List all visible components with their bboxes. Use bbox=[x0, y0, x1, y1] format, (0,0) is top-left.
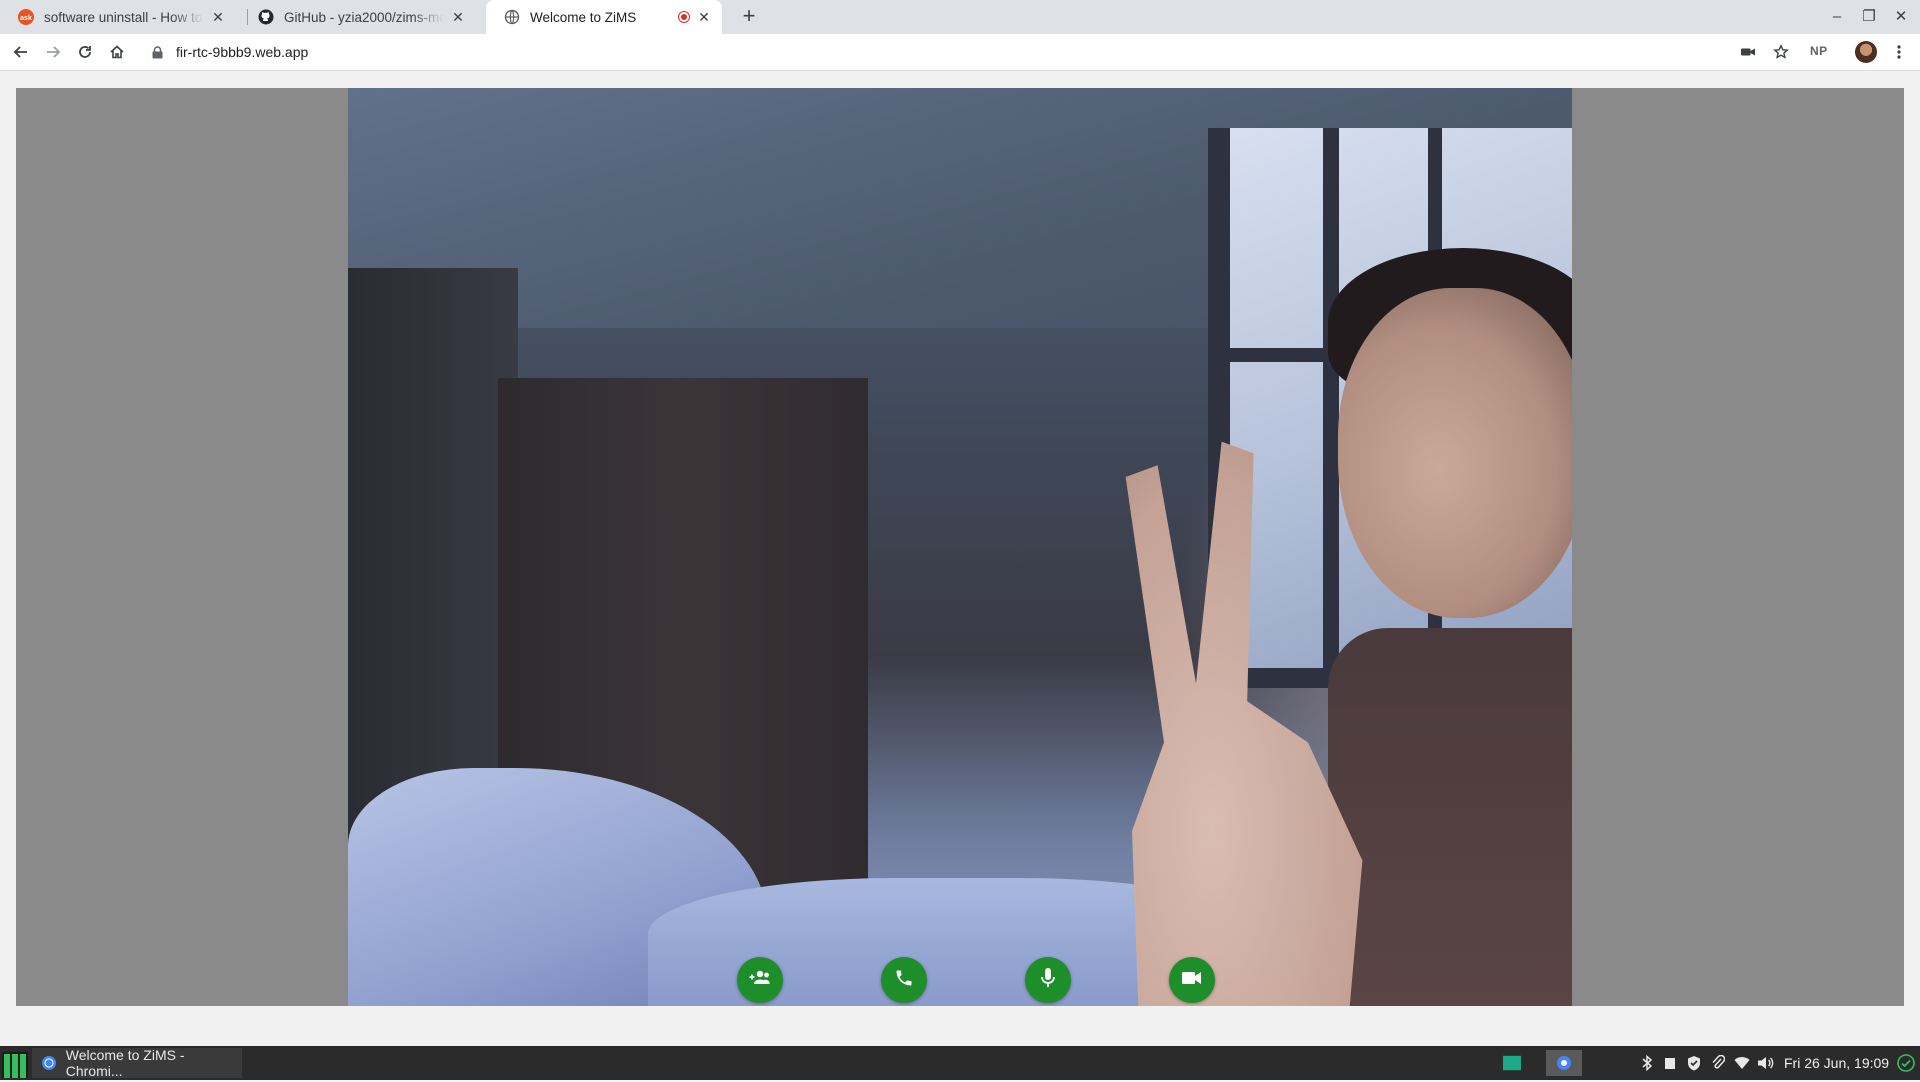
video-scene-face bbox=[1338, 288, 1572, 618]
video-scene-person bbox=[1328, 628, 1572, 1006]
chromium-icon bbox=[42, 1056, 56, 1070]
tab-title: software uninstall - How to re bbox=[44, 9, 204, 25]
os-taskbar: Welcome to ZiMS - Chromi... Fri 26 Jun, … bbox=[0, 1046, 1920, 1080]
start-menu-icon[interactable] bbox=[0, 1049, 30, 1079]
menu-kebab-icon[interactable] bbox=[1887, 40, 1911, 64]
shield-icon[interactable] bbox=[1685, 1054, 1703, 1072]
minimize-icon[interactable]: – bbox=[1826, 6, 1848, 28]
profile-avatar[interactable] bbox=[1855, 41, 1877, 63]
recording-icon bbox=[678, 11, 690, 23]
back-icon[interactable] bbox=[9, 40, 33, 64]
close-icon[interactable]: ✕ bbox=[210, 9, 226, 25]
reload-icon[interactable] bbox=[73, 40, 97, 64]
forward-icon[interactable] bbox=[41, 40, 65, 64]
camera-button[interactable] bbox=[1169, 957, 1215, 1003]
paperclip-icon[interactable] bbox=[1709, 1054, 1727, 1072]
workspace-1-icon[interactable] bbox=[1503, 1054, 1521, 1072]
github-icon bbox=[258, 9, 274, 25]
svg-text:ask: ask bbox=[20, 15, 32, 22]
bluetooth-icon[interactable] bbox=[1638, 1054, 1656, 1072]
camera-in-use-icon[interactable] bbox=[1736, 40, 1760, 64]
update-manager-icon[interactable] bbox=[1897, 1054, 1915, 1072]
videocam-icon bbox=[1181, 970, 1203, 991]
tab-title: Welcome to ZiMS bbox=[530, 9, 637, 25]
askubuntu-icon: ask bbox=[18, 9, 34, 25]
workspace-2-icon[interactable] bbox=[1546, 1050, 1582, 1076]
address-bar[interactable]: fir-rtc-9bbb9.web.app bbox=[140, 38, 1760, 66]
window-close-icon[interactable]: ✕ bbox=[1890, 6, 1912, 28]
bookmark-star-icon[interactable] bbox=[1769, 40, 1793, 64]
taskbar-window-title: Welcome to ZiMS - Chromi... bbox=[65, 1047, 185, 1079]
tab-title: GitHub - yzia2000/zims-mesh bbox=[284, 9, 444, 25]
remote-video bbox=[348, 88, 1572, 1006]
tab-github[interactable]: GitHub - yzia2000/zims-mesh ✕ bbox=[240, 0, 476, 34]
close-icon[interactable]: ✕ bbox=[450, 9, 466, 25]
taskbar-clock[interactable]: Fri 26 Jun, 19:09 bbox=[1784, 1055, 1889, 1071]
volume-icon[interactable] bbox=[1757, 1054, 1775, 1072]
extension-np[interactable]: NP bbox=[1810, 44, 1828, 58]
restore-icon[interactable]: ❐ bbox=[1858, 6, 1880, 28]
globe-icon bbox=[504, 9, 520, 25]
page-content bbox=[0, 71, 1920, 1046]
mic-icon bbox=[1039, 967, 1057, 994]
wifi-icon[interactable] bbox=[1733, 1054, 1751, 1072]
home-icon[interactable] bbox=[105, 40, 129, 64]
lock-icon[interactable] bbox=[152, 45, 166, 59]
add-participant-button[interactable] bbox=[737, 957, 783, 1003]
close-icon[interactable]: ✕ bbox=[696, 9, 712, 25]
new-tab-button[interactable]: + bbox=[737, 5, 761, 29]
video-stage bbox=[16, 88, 1904, 1006]
tab-welcome-zims[interactable]: Welcome to ZiMS ✕ bbox=[486, 0, 722, 34]
group-add-icon bbox=[748, 968, 772, 993]
mic-button[interactable] bbox=[1025, 957, 1071, 1003]
clipboard-icon[interactable] bbox=[1661, 1054, 1679, 1072]
call-button[interactable] bbox=[881, 957, 927, 1003]
url-text: fir-rtc-9bbb9.web.app bbox=[176, 44, 309, 60]
tab-strip: ask software uninstall - How to re ✕ Git… bbox=[0, 0, 1920, 34]
taskbar-window-chromium[interactable]: Welcome to ZiMS - Chromi... bbox=[32, 1047, 242, 1079]
phone-icon bbox=[894, 968, 914, 993]
tab-askubuntu[interactable]: ask software uninstall - How to re ✕ bbox=[0, 0, 236, 34]
browser-toolbar: fir-rtc-9bbb9.web.app NP bbox=[0, 34, 1920, 71]
